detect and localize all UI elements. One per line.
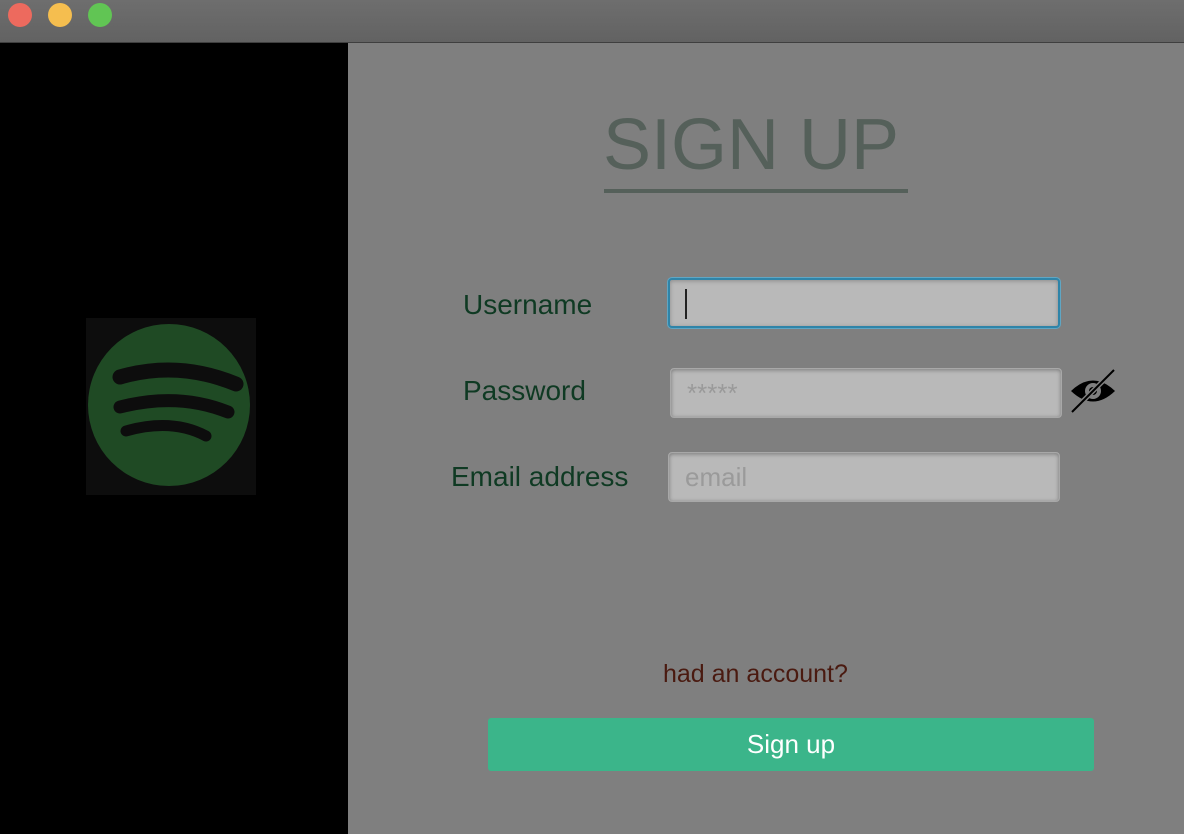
username-input[interactable] (668, 278, 1060, 328)
signup-form: SIGN UP Username Password Email address … (348, 43, 1184, 834)
page-title: SIGN UP (603, 105, 900, 185)
had-account-link[interactable]: had an account? (663, 660, 848, 689)
title-bar (0, 0, 1184, 43)
app-window: SIGN UP Username Password Email address … (0, 0, 1184, 834)
maximize-window-button[interactable] (88, 3, 112, 27)
password-input[interactable] (670, 368, 1062, 418)
sign-up-button[interactable]: Sign up (488, 718, 1094, 771)
title-underline (604, 189, 908, 193)
password-label: Password (463, 375, 586, 406)
email-input[interactable] (668, 452, 1060, 502)
email-label: Email address (451, 461, 629, 492)
spotify-logo-icon (86, 318, 256, 495)
username-label: Username (463, 289, 593, 320)
eye-slash-icon[interactable] (1068, 366, 1118, 416)
brand-panel (0, 43, 348, 834)
text-caret (685, 289, 687, 319)
minimize-window-button[interactable] (48, 3, 72, 27)
close-window-button[interactable] (8, 3, 32, 27)
